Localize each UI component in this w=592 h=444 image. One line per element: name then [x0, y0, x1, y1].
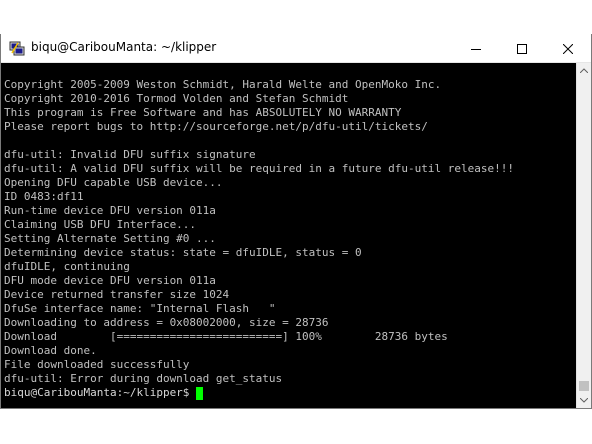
- terminal-line: Device returned transfer size 1024: [4, 288, 230, 301]
- putty-icon[interactable]: [9, 40, 25, 56]
- maximize-button[interactable]: [499, 34, 545, 63]
- scroll-up-arrow[interactable]: [577, 63, 591, 78]
- terminal-line: Copyright 2010-2016 Tormod Volden and St…: [4, 92, 349, 105]
- terminal-line: Download done.: [4, 344, 97, 357]
- terminal-line: Opening DFU capable USB device...: [4, 176, 223, 189]
- terminal-line: Determining device status: state = dfuID…: [4, 246, 362, 259]
- terminal-line: Copyright 2005-2009 Weston Schmidt, Hara…: [4, 78, 442, 91]
- terminal-line: Claiming USB DFU Interface...: [4, 218, 197, 231]
- minimize-icon: [471, 48, 481, 50]
- terminal-line: dfu-util: Invalid DFU suffix signature: [4, 148, 256, 161]
- terminal-line: Download [=========================] 100…: [4, 330, 448, 343]
- terminal-line: dfu-util: A valid DFU suffix will be req…: [4, 162, 514, 175]
- maximize-icon: [517, 43, 527, 54]
- terminal-line: DFU mode device DFU version 011a: [4, 274, 216, 287]
- scroll-down-arrow[interactable]: [577, 393, 591, 408]
- vertical-scrollbar[interactable]: [576, 63, 591, 408]
- terminal-line: Downloading to address = 0x08002000, siz…: [4, 316, 329, 329]
- terminal-line: Setting Alternate Setting #0 ...: [4, 232, 216, 245]
- terminal-line: Run-time device DFU version 011a: [4, 204, 216, 217]
- close-icon: [563, 43, 573, 54]
- minimize-button[interactable]: [453, 34, 499, 63]
- terminal-output[interactable]: Copyright 2005-2009 Weston Schmidt, Hara…: [2, 63, 576, 408]
- terminal-line: This program is Free Software and has AB…: [4, 106, 402, 119]
- text-cursor: [195, 387, 203, 400]
- title-bar[interactable]: biqu@CaribouManta: ~/klipper: [1, 34, 591, 63]
- command-prompt: biqu@CaribouManta:~/klipper$: [4, 386, 197, 399]
- terminal-line: File downloaded successfully: [4, 358, 190, 371]
- chevron-down-icon: [580, 398, 588, 403]
- terminal-line: Please report bugs to http://sourceforge…: [4, 120, 428, 133]
- terminal-line: DfuSe interface name: "Internal Flash ": [4, 302, 276, 315]
- terminal-line: dfu-util: Error during download get_stat…: [4, 372, 283, 385]
- chevron-up-icon: [580, 68, 588, 73]
- close-button[interactable]: [545, 34, 591, 63]
- window-title: biqu@CaribouManta: ~/klipper: [31, 40, 217, 54]
- scroll-thumb[interactable]: [579, 381, 589, 391]
- terminal-window: biqu@CaribouManta: ~/klipper Copyright 2…: [0, 34, 592, 409]
- terminal-line: ID 0483:df11: [4, 190, 84, 203]
- terminal-line: dfuIDLE, continuing: [4, 260, 130, 273]
